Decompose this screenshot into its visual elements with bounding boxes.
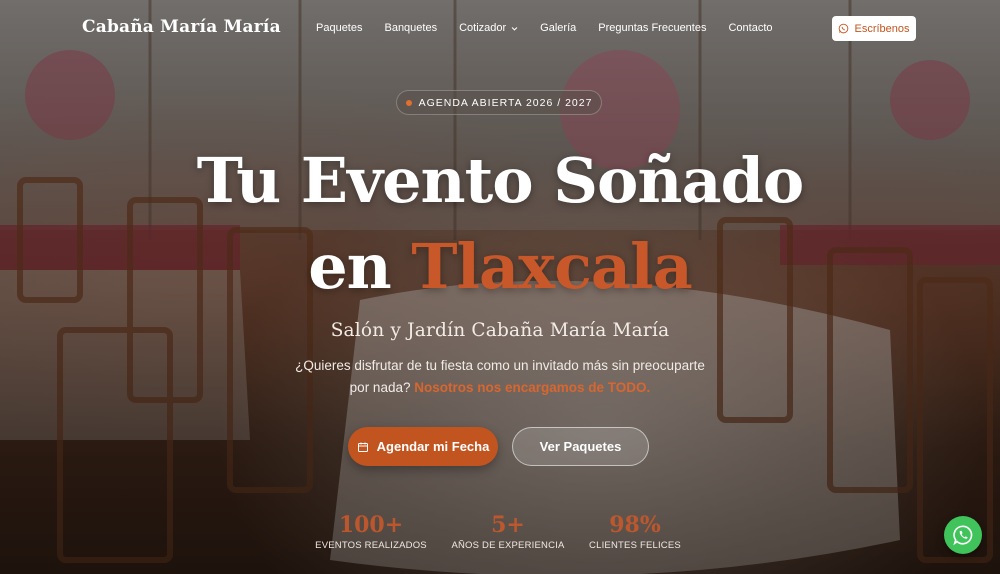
- stat-eventos: 100+ EVENTOS REALIZADOS: [315, 512, 427, 551]
- nav-item-galeria[interactable]: Galería: [540, 22, 576, 34]
- whatsapp-icon: [839, 23, 849, 34]
- whatsapp-icon: [953, 525, 973, 546]
- top-nav: Cabaña María María Paquetes Banquetes Co…: [0, 0, 1000, 58]
- agenda-badge: AGENDA ABIERTA 2026 / 2027: [396, 90, 602, 115]
- escribenos-button[interactable]: Escríbenos: [832, 16, 916, 41]
- ver-paquetes-button[interactable]: Ver Paquetes: [512, 427, 649, 466]
- hero-title-line1: Tu Evento Soñado: [196, 144, 805, 217]
- nav-item-banquetes[interactable]: Banquetes: [384, 22, 437, 34]
- nav-item-contacto[interactable]: Contacto: [728, 22, 772, 34]
- brand-logo[interactable]: Cabaña María María: [82, 17, 281, 37]
- hero-section: Cabaña María María Paquetes Banquetes Co…: [0, 0, 1000, 574]
- stat-clientes: 98% CLIENTES FELICES: [589, 512, 681, 551]
- nav-item-cotizador[interactable]: Cotizador: [459, 22, 518, 34]
- status-dot-icon: [405, 99, 412, 106]
- hero-title-accent: Tlaxcala: [411, 230, 692, 303]
- main-menu: Paquetes Banquetes Cotizador Galería Pre…: [316, 22, 773, 34]
- stat-experiencia: 5+ AÑOS DE EXPERIENCIA: [451, 512, 565, 551]
- hero-description: ¿Quieres disfrutar de tu fiesta como un …: [295, 358, 705, 395]
- agendar-fecha-button[interactable]: Agendar mi Fecha: [348, 427, 498, 466]
- whatsapp-float-button[interactable]: [944, 516, 982, 554]
- chevron-down-icon: [511, 26, 518, 31]
- hero-title-line2: en Tlaxcala: [308, 230, 693, 303]
- hero-subtitle: Salón y Jardín Cabaña María María: [330, 320, 670, 341]
- nav-item-paquetes[interactable]: Paquetes: [316, 22, 362, 34]
- description-highlight: Nosotros nos encargamos de TODO.: [414, 380, 651, 395]
- calendar-icon: [357, 442, 368, 452]
- nav-item-preguntas-frecuentes[interactable]: Preguntas Frecuentes: [598, 22, 706, 34]
